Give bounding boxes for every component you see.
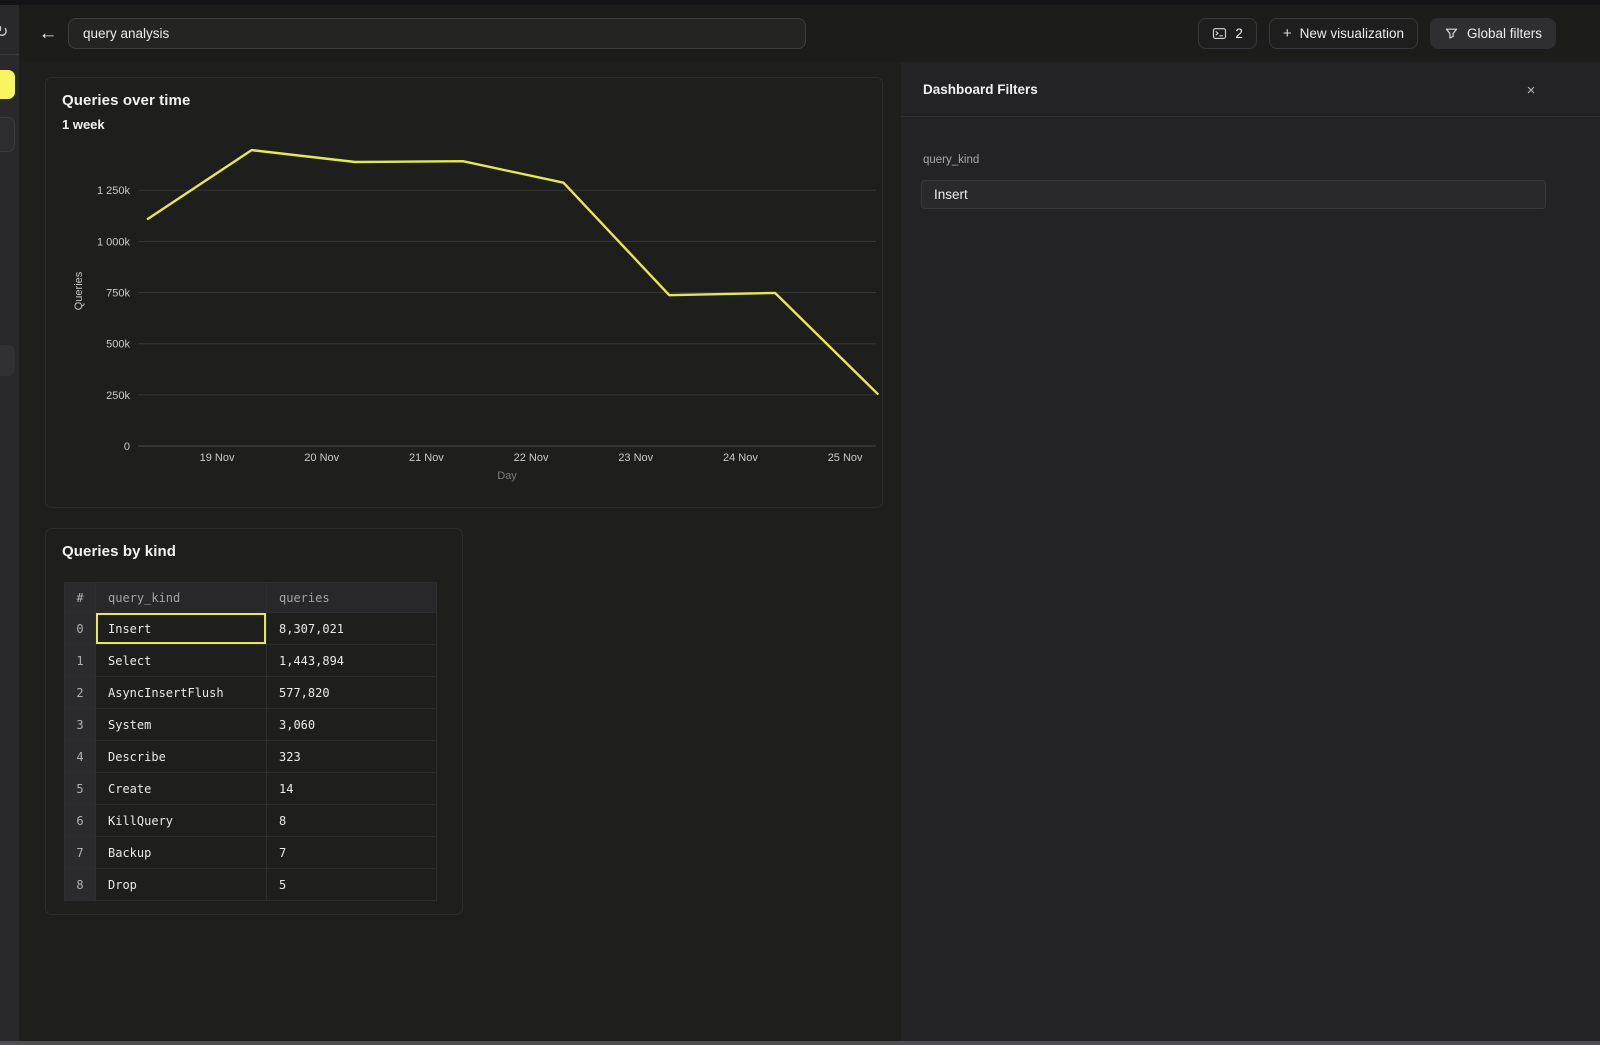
query-kind-cell[interactable]: Drop [96,869,267,901]
column-header-queries[interactable]: queries [267,583,437,613]
dashboard-title-input[interactable] [68,18,806,49]
queries-cell[interactable]: 1,443,894 [267,645,437,677]
global-filters-button[interactable]: Global filters [1430,18,1556,49]
history-icon[interactable]: ↻ [0,22,8,42]
left-sidebar: ↻ [0,5,19,1041]
y-tick-label: 750k [106,288,130,300]
table-header-row: # query_kind queries [65,583,437,613]
sidebar-item-2[interactable] [0,345,15,376]
row-index-cell: 7 [65,837,96,869]
table-row: 0Insert8,307,021 [65,613,437,645]
back-button[interactable]: ← [33,19,63,49]
plus-icon: + [1283,25,1292,42]
query-kind-cell[interactable]: AsyncInsertFlush [96,677,267,709]
query-kind-cell[interactable]: Select [96,645,267,677]
table-row: 5Create14 [65,773,437,805]
y-tick-label: 250k [106,390,130,402]
filters-panel-header: Dashboard Filters × [901,62,1600,117]
queries-cell[interactable]: 8 [267,805,437,837]
y-tick-label: 500k [106,339,130,351]
console-count-button[interactable]: 2 [1198,18,1257,49]
x-tick-label: 24 Nov [723,452,758,464]
row-index-cell: 1 [65,645,96,677]
x-tick-label: 21 Nov [409,452,444,464]
x-tick-labels: 19 Nov 20 Nov 21 Nov 22 Nov 23 Nov 24 Nov 25 N… [200,452,863,464]
global-filters-label: Global filters [1467,26,1542,41]
filter-field-input[interactable] [921,180,1546,209]
table-row: 3System3,060 [65,709,437,741]
query-kind-cell[interactable]: KillQuery [96,805,267,837]
x-tick-label: 25 Nov [828,452,863,464]
query-kind-cell[interactable]: Describe [96,741,267,773]
query-kind-cell[interactable]: Create [96,773,267,805]
queries-series-line [148,150,878,394]
x-tick-label: 23 Nov [618,452,653,464]
queries-by-kind-table: # query_kind queries 0Insert8,307,0211Se… [64,582,437,901]
sidebar-item[interactable] [0,117,15,152]
app-root: ↻ ← 2 + New visualization [0,0,1600,1045]
queries-cell[interactable]: 14 [267,773,437,805]
topbar-actions: 2 + New visualization Global filters [1198,18,1556,49]
new-visualization-button[interactable]: + New visualization [1269,18,1418,49]
queries-cell[interactable]: 3,060 [267,709,437,741]
queries-cell[interactable]: 577,820 [267,677,437,709]
queries-cell[interactable]: 7 [267,837,437,869]
x-tick-label: 19 Nov [200,452,235,464]
funnel-icon [1444,26,1459,41]
close-icon: × [1527,82,1536,99]
row-index-cell: 3 [65,709,96,741]
main-content: Queries over time 1 week 0250k500k750k1 … [19,62,901,1041]
line-chart[interactable]: 0 250k 500k 750k 1 000k 1 250k 19 Nov 20 Nov 21… [46,78,882,507]
row-index-cell: 6 [65,805,96,837]
back-arrow-icon: ← [39,23,58,44]
sidebar-item-active[interactable] [0,70,15,99]
x-axis-label: Day [497,470,517,482]
table-row: 8Drop5 [65,869,437,901]
column-header-query-kind[interactable]: query_kind [96,583,267,613]
y-tick-label: 1 000k [97,236,131,248]
table-row: 6KillQuery8 [65,805,437,837]
console-count: 2 [1235,26,1243,41]
x-tick-label: 22 Nov [514,452,549,464]
dashboard-filters-panel: Dashboard Filters × query_kind [901,62,1600,1041]
query-kind-cell[interactable]: Backup [96,837,267,869]
sidebar-divider [0,54,19,55]
table-row: 7Backup7 [65,837,437,869]
filters-panel-title: Dashboard Filters [923,82,1038,97]
table-title: Queries by kind [62,543,176,560]
top-bar: ← 2 + New visualization Global filters [19,5,1600,62]
new-visualization-label: New visualization [1300,26,1404,41]
query-kind-cell-selected[interactable]: Insert [96,613,267,645]
queries-cell[interactable]: 323 [267,741,437,773]
y-tick-label: 0 [124,441,130,453]
table-row: 1Select1,443,894 [65,645,437,677]
row-index-cell: 4 [65,741,96,773]
filter-field-label: query_kind [923,154,979,166]
column-header-index[interactable]: # [65,583,96,613]
queries-cell[interactable]: 5 [267,869,437,901]
chart-card: Queries over time 1 week 0250k500k750k1 … [45,77,883,508]
table-row: 2AsyncInsertFlush577,820 [65,677,437,709]
table-row: 4Describe323 [65,741,437,773]
table-card: Queries by kind # query_kind queries 0In… [45,528,463,915]
close-button[interactable]: × [1520,80,1542,102]
gridlines [138,190,876,446]
queries-cell[interactable]: 8,307,021 [267,613,437,645]
console-icon [1212,26,1227,41]
row-index-cell: 8 [65,869,96,901]
y-tick-label: 1 250k [97,185,131,197]
row-index-cell: 2 [65,677,96,709]
y-axis-label: Queries [73,271,85,310]
bottom-edge-bar [0,1041,1600,1045]
y-tick-labels: 0 250k 500k 750k 1 000k 1 250k [97,185,131,453]
x-tick-label: 20 Nov [304,452,339,464]
window-top-edge [0,0,1600,5]
query-kind-cell[interactable]: System [96,709,267,741]
row-index-cell: 5 [65,773,96,805]
row-index-cell: 0 [65,613,96,645]
